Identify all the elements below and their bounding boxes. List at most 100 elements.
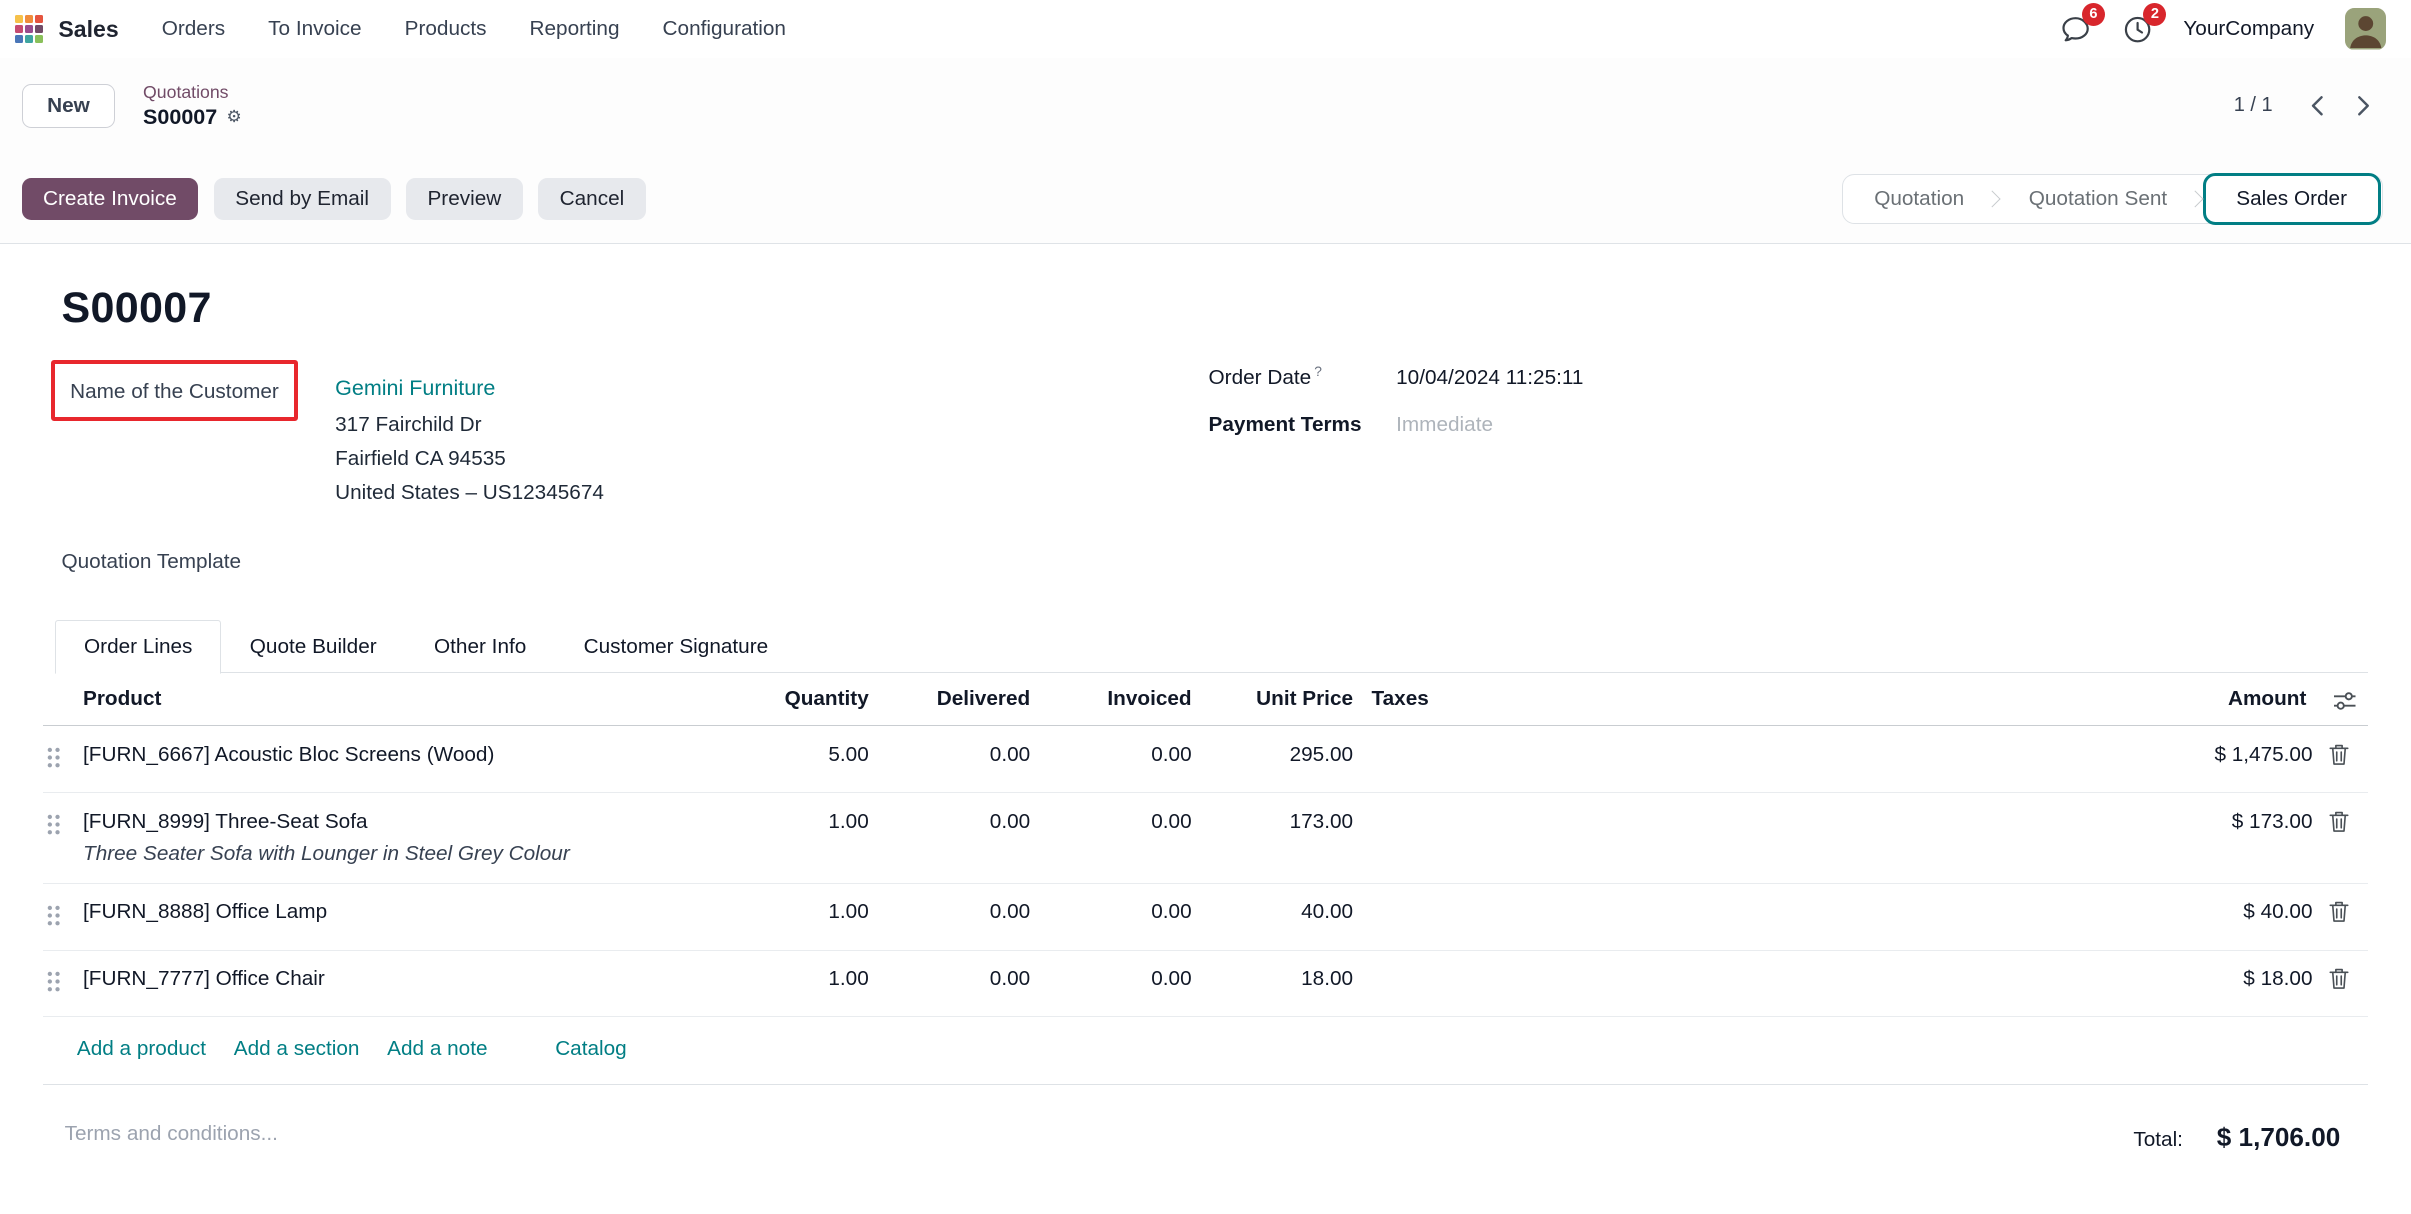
col-delivered[interactable]: Delivered: [884, 673, 1045, 725]
record-title[interactable]: S00007: [61, 284, 2367, 333]
unit-price-cell[interactable]: 40.00: [1207, 883, 1368, 950]
pager-count: 1 / 1: [2234, 94, 2273, 117]
taxes-cell[interactable]: [1368, 950, 2020, 1017]
delivered-cell[interactable]: 0.00: [884, 726, 1045, 793]
drag-handle-icon[interactable]: [46, 743, 61, 769]
delivered-cell[interactable]: 0.00: [884, 883, 1045, 950]
messages-button[interactable]: 6: [2060, 14, 2091, 45]
action-bar: Create Invoice Send by Email Preview Can…: [0, 140, 2411, 243]
status-sales-order[interactable]: Sales Order: [2203, 173, 2381, 225]
optional-columns-icon[interactable]: [2334, 691, 2356, 711]
quantity-cell[interactable]: 5.00: [723, 726, 884, 793]
totals-block: Total: $ 1,706.00: [2133, 1122, 2346, 1153]
status-quotation[interactable]: Quotation: [1847, 175, 1992, 224]
customer-address: 317 Fairchild Dr Fairfield CA 94535 Unit…: [335, 408, 604, 509]
statusbar: Quotation Quotation Sent Sales Order: [1842, 174, 2383, 225]
delete-line-icon[interactable]: [2329, 900, 2349, 923]
avatar[interactable]: [2345, 8, 2387, 50]
add-line-link[interactable]: Add a note: [387, 1037, 487, 1061]
form-sheet: S00007 Name of the Customer Gemini Furni…: [0, 243, 2411, 1214]
menu-item[interactable]: Orders: [140, 3, 246, 55]
order-line-row[interactable]: [FURN_8888] Office Lamp 1.00 0.00 0.00 4…: [43, 883, 2368, 950]
cancel-button[interactable]: Cancel: [538, 178, 646, 220]
menu-item[interactable]: To Invoice: [247, 3, 383, 55]
delete-line-icon[interactable]: [2329, 743, 2349, 766]
product-name[interactable]: [FURN_8888] Office Lamp: [83, 900, 710, 924]
amount-cell: $ 40.00: [2020, 883, 2321, 950]
col-amount[interactable]: Amount: [2020, 673, 2321, 725]
order-line-row[interactable]: [FURN_8999] Three-Seat Sofa Three Seater…: [43, 793, 2368, 884]
line-links: Add a product Add a section Add a note C…: [43, 1017, 2368, 1085]
drag-handle-icon[interactable]: [46, 900, 61, 926]
taxes-cell[interactable]: [1368, 726, 2020, 793]
unit-price-cell[interactable]: 18.00: [1207, 950, 1368, 1017]
gear-icon[interactable]: ⚙: [226, 106, 241, 127]
col-product[interactable]: Product: [83, 673, 723, 725]
product-name[interactable]: [FURN_6667] Acoustic Bloc Screens (Wood): [83, 743, 710, 767]
notebook-tabs: Order Lines Quote Builder Other Info Cus…: [55, 620, 2368, 673]
taxes-cell[interactable]: [1368, 883, 2020, 950]
new-button[interactable]: New: [22, 84, 116, 128]
product-description: Three Seater Sofa with Lounger in Steel …: [83, 842, 710, 866]
create-invoice-button[interactable]: Create Invoice: [22, 178, 199, 220]
activities-button[interactable]: 2: [2122, 14, 2153, 45]
col-quantity[interactable]: Quantity: [723, 673, 884, 725]
menu-item[interactable]: Reporting: [508, 3, 641, 55]
delete-line-icon[interactable]: [2329, 810, 2349, 833]
breadcrumb-current: S00007: [143, 104, 217, 131]
menu-item[interactable]: Configuration: [641, 3, 807, 55]
delivered-cell[interactable]: 0.00: [884, 793, 1045, 884]
quantity-cell[interactable]: 1.00: [723, 950, 884, 1017]
invoiced-cell[interactable]: 0.00: [1046, 793, 1207, 884]
send-by-email-button[interactable]: Send by Email: [214, 178, 391, 220]
payment-terms-value[interactable]: Immediate: [1396, 413, 1493, 437]
col-invoiced[interactable]: Invoiced: [1046, 673, 1207, 725]
order-date-value[interactable]: 10/04/2024 11:25:11: [1396, 366, 1583, 390]
drag-handle-icon[interactable]: [46, 810, 61, 836]
status-quotation-sent[interactable]: Quotation Sent: [2001, 175, 2195, 224]
delivered-cell[interactable]: 0.00: [884, 950, 1045, 1017]
add-line-link[interactable]: Add a product: [77, 1037, 206, 1061]
taxes-cell[interactable]: [1368, 793, 2020, 884]
unit-price-cell[interactable]: 295.00: [1207, 726, 1368, 793]
order-lines-table: Product Quantity Delivered Invoiced Unit…: [43, 673, 2368, 1017]
app-name[interactable]: Sales: [58, 16, 118, 43]
invoiced-cell[interactable]: 0.00: [1046, 950, 1207, 1017]
quantity-cell[interactable]: 1.00: [723, 883, 884, 950]
col-unit-price[interactable]: Unit Price: [1207, 673, 1368, 725]
breadcrumb-quotations-link[interactable]: Quotations: [143, 81, 242, 103]
tab-other-info[interactable]: Other Info: [405, 620, 555, 674]
col-taxes[interactable]: Taxes: [1368, 673, 2020, 725]
pager-next-button[interactable]: [2345, 89, 2383, 123]
invoiced-cell[interactable]: 0.00: [1046, 883, 1207, 950]
order-line-row[interactable]: [FURN_7777] Office Chair 1.00 0.00 0.00 …: [43, 950, 2368, 1017]
quotation-template-input[interactable]: [287, 550, 625, 575]
product-name[interactable]: [FURN_7777] Office Chair: [83, 967, 710, 991]
apps-grid-icon[interactable]: [15, 15, 43, 43]
drag-handle-icon[interactable]: [46, 967, 61, 993]
terms-input[interactable]: Terms and conditions...: [65, 1122, 278, 1146]
quantity-cell[interactable]: 1.00: [723, 793, 884, 884]
sheet-footer: Terms and conditions... Total: $ 1,706.0…: [43, 1085, 2368, 1153]
tab-customer-signature[interactable]: Customer Signature: [555, 620, 797, 674]
invoiced-cell[interactable]: 0.00: [1046, 726, 1207, 793]
add-line-link[interactable]: Add a section: [234, 1037, 360, 1061]
messages-badge: 6: [2082, 3, 2105, 26]
delete-line-icon[interactable]: [2329, 967, 2349, 990]
unit-price-cell[interactable]: 173.00: [1207, 793, 1368, 884]
order-line-row[interactable]: [FURN_6667] Acoustic Bloc Screens (Wood)…: [43, 726, 2368, 793]
catalog-link[interactable]: Catalog: [555, 1037, 627, 1061]
customer-link[interactable]: Gemini Furniture: [335, 376, 495, 400]
preview-button[interactable]: Preview: [406, 178, 523, 220]
payment-terms-label: Payment Terms: [1209, 413, 1397, 437]
pager-prev-button[interactable]: [2297, 89, 2335, 123]
order-date-label: Order Date?: [1209, 363, 1397, 390]
navbar: Sales Orders To Invoice Products Reporti…: [0, 0, 2411, 58]
activities-badge: 2: [2143, 3, 2166, 26]
tab-order-lines[interactable]: Order Lines: [55, 620, 221, 674]
product-name[interactable]: [FURN_8999] Three-Seat Sofa: [83, 810, 710, 834]
address-line: Fairfield CA 94535: [335, 442, 604, 476]
menu-item[interactable]: Products: [383, 3, 508, 55]
tab-quote-builder[interactable]: Quote Builder: [221, 620, 405, 674]
company-menu[interactable]: YourCompany: [2183, 17, 2314, 41]
